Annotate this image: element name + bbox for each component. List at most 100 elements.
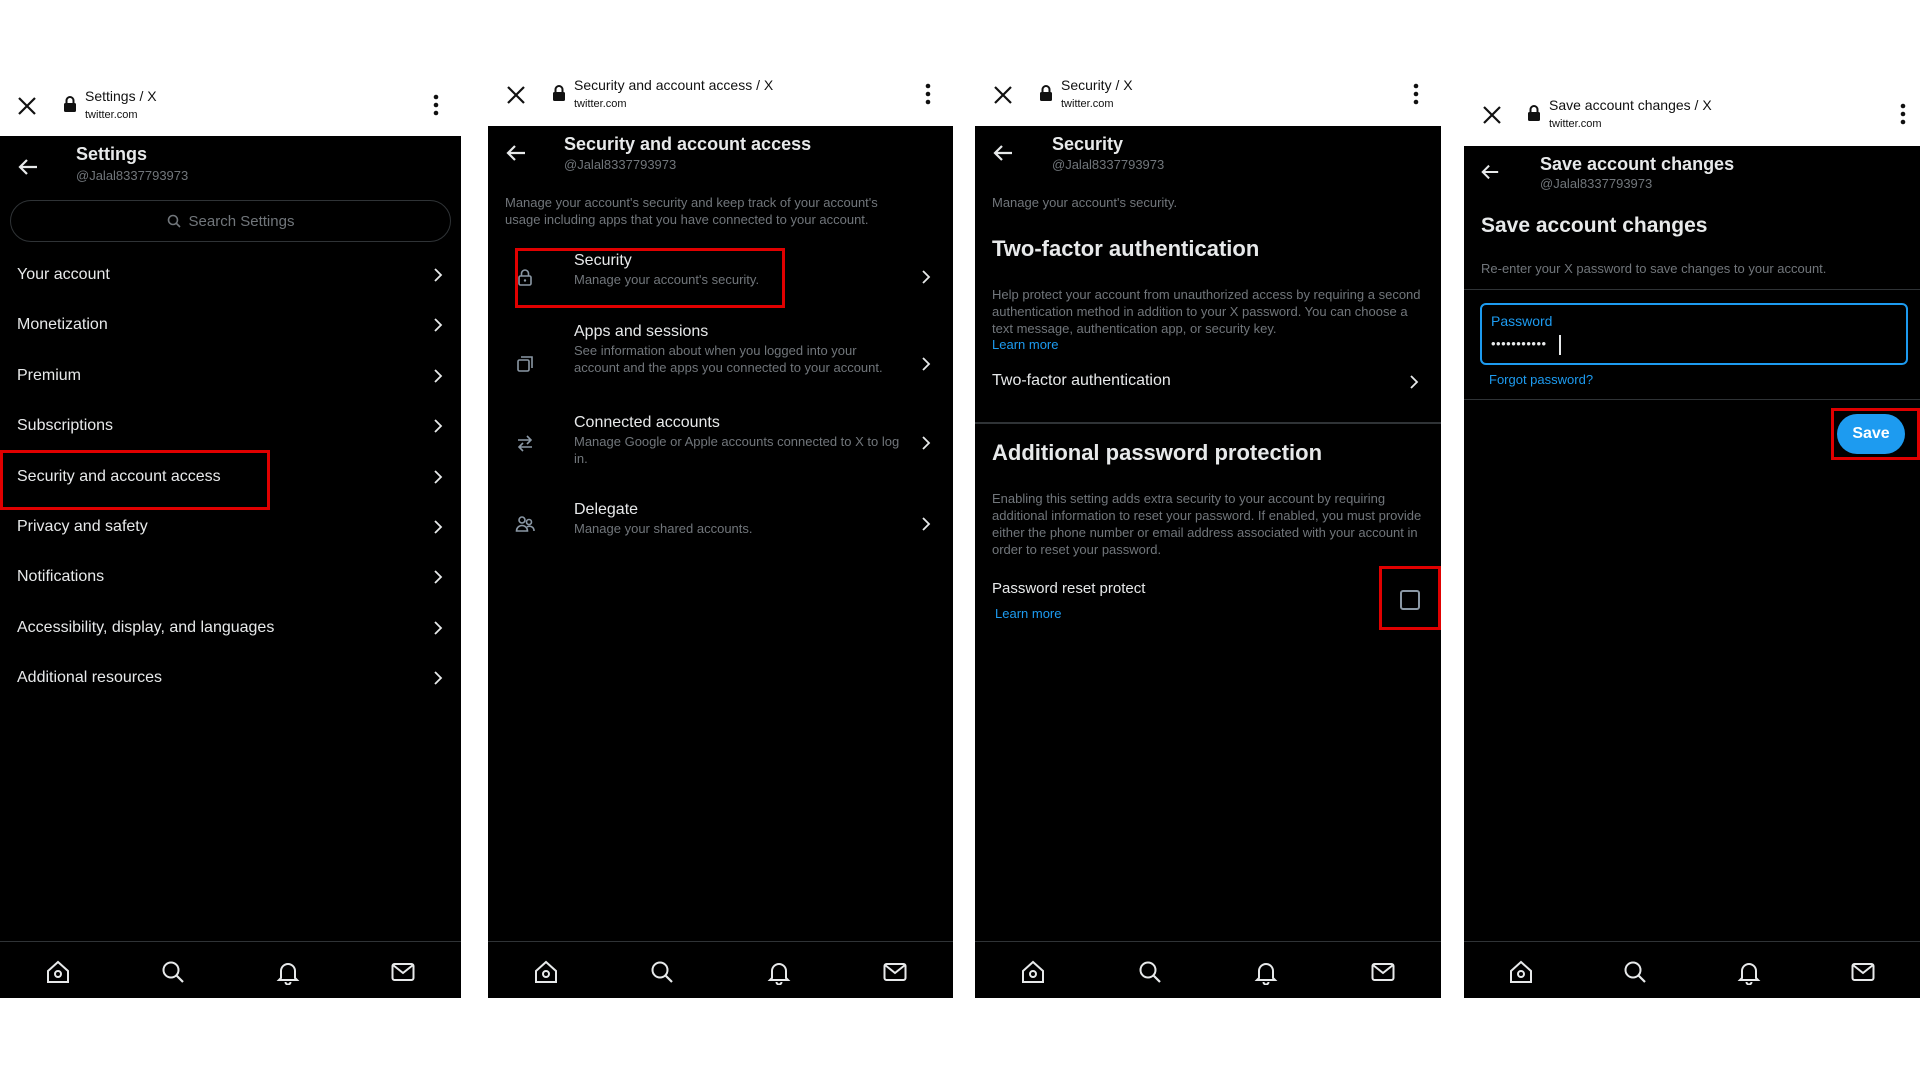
security-access-item-security[interactable]: Security Manage your account's security. bbox=[488, 252, 953, 302]
close-icon[interactable] bbox=[1481, 104, 1503, 126]
chevron-right-icon bbox=[922, 270, 931, 284]
back-arrow-icon[interactable] bbox=[1480, 162, 1500, 182]
messages-icon[interactable] bbox=[882, 959, 908, 985]
item-subtitle: See information about when you logged in… bbox=[574, 343, 883, 375]
two-factor-description: Help protect your account from unauthori… bbox=[992, 287, 1421, 336]
item-subtitle: Manage Google or Apple accounts connecte… bbox=[574, 434, 900, 466]
two-factor-heading: Two-factor authentication bbox=[992, 236, 1260, 261]
messages-icon[interactable] bbox=[390, 959, 416, 985]
chevron-right-icon bbox=[434, 419, 443, 433]
browser-title: Save account changes / X bbox=[1549, 97, 1712, 113]
bottom-nav bbox=[1464, 941, 1920, 998]
account-handle: @Jalal8337793973 bbox=[564, 157, 677, 172]
search-icon[interactable] bbox=[160, 959, 186, 985]
password-reset-protect-checkbox[interactable] bbox=[1400, 590, 1420, 610]
settings-item-label: Additional resources bbox=[17, 669, 162, 687]
settings-item-label: Security and account access bbox=[17, 467, 221, 485]
home-icon[interactable] bbox=[1020, 959, 1046, 985]
browser-bar: Settings / X twitter.com bbox=[0, 80, 461, 136]
lock-icon bbox=[1528, 105, 1540, 121]
messages-icon[interactable] bbox=[1850, 959, 1876, 985]
more-options-icon[interactable] bbox=[925, 83, 931, 105]
search-icon[interactable] bbox=[1622, 959, 1648, 985]
settings-item-monetization[interactable]: Monetization bbox=[0, 300, 461, 350]
messages-icon[interactable] bbox=[1370, 959, 1396, 985]
people-icon bbox=[515, 516, 535, 532]
save-changes-description: Re-enter your X password to save changes… bbox=[1481, 261, 1827, 276]
item-title: Connected accounts bbox=[574, 414, 720, 431]
chevron-right-icon bbox=[434, 469, 443, 484]
password-reset-learn-more-link[interactable]: Learn more bbox=[995, 606, 1061, 621]
notifications-icon[interactable] bbox=[275, 959, 301, 985]
settings-item-label: Monetization bbox=[17, 316, 108, 334]
save-button[interactable]: Save bbox=[1837, 414, 1905, 454]
two-factor-learn-more-link[interactable]: Learn more bbox=[992, 337, 1058, 352]
search-input[interactable]: Search Settings bbox=[10, 200, 451, 242]
search-placeholder: Search Settings bbox=[188, 212, 295, 230]
lock-icon bbox=[1040, 85, 1052, 101]
more-options-icon[interactable] bbox=[1413, 83, 1419, 105]
security-access-item-apps-and-sessions[interactable]: Apps and sessions See information about w… bbox=[488, 323, 953, 405]
item-subtitle: Manage your shared accounts. bbox=[574, 521, 753, 536]
two-factor-row-label: Two-factor authentication bbox=[992, 372, 1171, 389]
lock-icon bbox=[518, 269, 532, 286]
settings-item-accessibility-display-and-languages[interactable]: Accessibility, display, and languages bbox=[0, 603, 461, 653]
settings-item-label: Subscriptions bbox=[17, 417, 114, 435]
close-icon[interactable] bbox=[505, 84, 527, 106]
home-icon[interactable] bbox=[45, 959, 71, 985]
browser-url: twitter.com bbox=[1061, 98, 1114, 110]
chevron-right-icon bbox=[434, 671, 443, 685]
security-access-item-connected-accounts[interactable]: Connected accounts Manage Google or Apple… bbox=[488, 414, 953, 472]
panel-security-and-account-access: Security and account access / X twitter.… bbox=[488, 70, 953, 998]
page-title: Settings bbox=[76, 144, 148, 164]
close-icon[interactable] bbox=[992, 84, 1014, 106]
browser-url: twitter.com bbox=[574, 98, 627, 110]
settings-item-premium[interactable]: Premium bbox=[0, 351, 461, 401]
back-arrow-icon[interactable] bbox=[17, 156, 39, 178]
save-account-changes-screen: Save account changes @Jalal8337793973 Sa… bbox=[1464, 146, 1920, 998]
save-changes-heading: Save account changes bbox=[1481, 214, 1708, 237]
section-divider bbox=[1464, 399, 1920, 400]
password-field[interactable]: Password ••••••••••• bbox=[1480, 303, 1908, 365]
search-icon[interactable] bbox=[649, 959, 675, 985]
settings-item-notifications[interactable]: Notifications bbox=[0, 552, 461, 602]
settings-item-privacy-and-safety[interactable]: Privacy and safety bbox=[0, 502, 461, 552]
panel-security: Security / X twitter.com Security @Jalal… bbox=[975, 70, 1441, 998]
browser-bar: Security and account access / X twitter.… bbox=[488, 70, 953, 126]
more-options-icon[interactable] bbox=[433, 94, 439, 116]
notifications-icon[interactable] bbox=[1253, 959, 1279, 985]
back-arrow-icon[interactable] bbox=[992, 142, 1014, 164]
forgot-password-link[interactable]: Forgot password? bbox=[1489, 372, 1593, 387]
close-icon[interactable] bbox=[16, 95, 38, 117]
settings-item-subscriptions[interactable]: Subscriptions bbox=[0, 401, 461, 451]
back-arrow-icon[interactable] bbox=[505, 142, 527, 164]
browser-bar: Security / X twitter.com bbox=[975, 70, 1441, 126]
password-label: Password bbox=[1491, 313, 1553, 329]
lock-icon bbox=[64, 96, 76, 112]
settings-item-label: Privacy and safety bbox=[17, 518, 148, 535]
lock-icon bbox=[553, 85, 565, 101]
browser-url: twitter.com bbox=[1549, 118, 1602, 130]
more-options-icon[interactable] bbox=[1900, 103, 1906, 125]
notifications-icon[interactable] bbox=[1736, 959, 1762, 985]
settings-item-label: Notifications bbox=[17, 568, 105, 586]
settings-item-label: Premium bbox=[17, 366, 82, 384]
account-handle: @Jalal8337793973 bbox=[1540, 176, 1653, 191]
item-title: Apps and sessions bbox=[574, 323, 709, 340]
bottom-nav bbox=[975, 941, 1441, 998]
search-icon[interactable] bbox=[1137, 959, 1163, 985]
chevron-right-icon bbox=[434, 268, 443, 282]
chevron-right-icon bbox=[434, 621, 443, 635]
settings-item-your-account[interactable]: Your account bbox=[0, 250, 461, 300]
home-icon[interactable] bbox=[533, 959, 559, 985]
chevron-right-icon bbox=[434, 318, 443, 333]
home-icon[interactable] bbox=[1508, 959, 1534, 985]
settings-item-security-and-account-access[interactable]: Security and account access bbox=[0, 452, 461, 502]
browser-bar: Save account changes / X twitter.com bbox=[1464, 90, 1920, 146]
two-factor-row[interactable]: Two-factor authentication bbox=[975, 354, 1441, 410]
settings-item-additional-resources[interactable]: Additional resources bbox=[0, 653, 461, 703]
panel-save-account-changes: Save account changes / X twitter.com Sav… bbox=[1464, 90, 1920, 998]
settings-screen: Settings @Jalal8337793973 Search Setting… bbox=[0, 136, 461, 998]
security-access-item-delegate[interactable]: Delegate Manage your shared accounts. bbox=[488, 501, 953, 547]
notifications-icon[interactable] bbox=[766, 959, 792, 985]
